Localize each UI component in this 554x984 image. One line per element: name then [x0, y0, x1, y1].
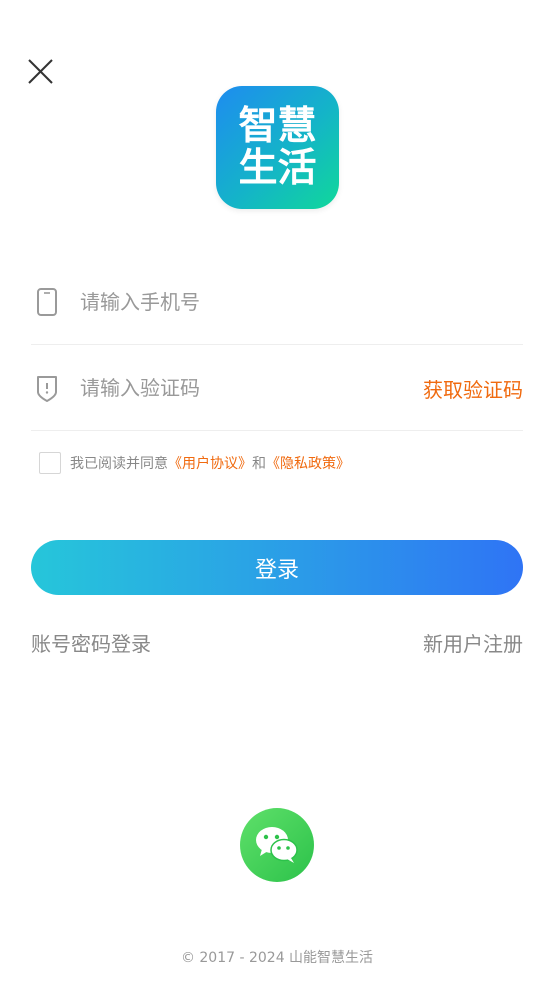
agreement-prefix: 我已阅读并同意	[70, 456, 168, 472]
get-code-button[interactable]: 获取验证码	[423, 374, 523, 403]
code-field-row: 获取验证码	[31, 344, 523, 431]
privacy-policy-link[interactable]: 《隐私政策》	[266, 453, 350, 473]
agreement-row: 我已阅读并同意 《用户协议》 和 《隐私政策》	[39, 451, 350, 475]
agreement-and: 和	[252, 456, 266, 472]
logo-text-line2: 生活	[238, 145, 317, 191]
phone-field-row	[31, 258, 523, 345]
phone-icon	[37, 288, 57, 316]
agreement-checkbox[interactable]	[39, 452, 61, 474]
copyright-footer: © 2017 - 2024 山能智慧生活	[180, 950, 374, 966]
close-button[interactable]	[22, 54, 58, 90]
shield-icon	[37, 376, 57, 402]
code-input[interactable]	[78, 366, 412, 410]
close-icon	[28, 59, 53, 84]
password-login-link[interactable]: 账号密码登录	[31, 628, 151, 657]
phone-input[interactable]	[78, 280, 412, 324]
user-agreement-link[interactable]: 《用户协议》	[168, 453, 252, 473]
app-logo: 智慧 生活	[216, 86, 339, 209]
wechat-login-button[interactable]	[240, 808, 314, 882]
register-link[interactable]: 新用户注册	[423, 628, 523, 657]
wechat-icon	[256, 827, 298, 863]
logo-text-line1: 智慧	[238, 103, 317, 149]
login-button[interactable]: 登录	[31, 540, 523, 595]
